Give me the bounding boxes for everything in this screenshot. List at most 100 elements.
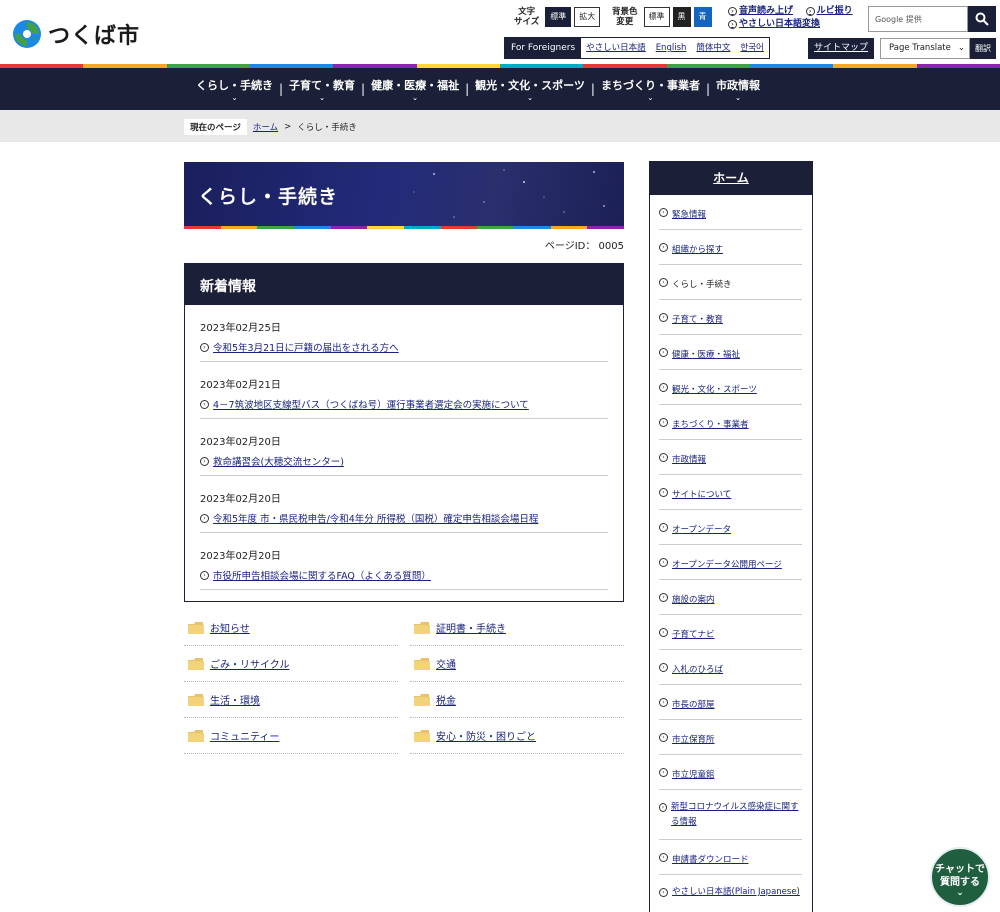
breadcrumb-bar: 現在のページ ホーム > くらし・手続き [0,110,1000,142]
sidebar-item[interactable]: › まちづくり・事業者 [659,405,802,440]
category-item[interactable]: 交通 [410,646,624,682]
chat-button[interactable]: チャットで 質問する ⌄ [930,847,990,907]
category-item[interactable]: ごみ・リサイクル [184,646,398,682]
chevron-down-icon: ⌄ [957,43,965,53]
category-link[interactable]: 交通 [436,656,456,671]
arrow-circle-icon: › [728,20,737,29]
category-item[interactable]: 証明書・手続き [410,610,624,646]
folder-icon [188,657,204,670]
arrow-circle-icon: › [659,278,668,287]
sidebar-item[interactable]: › 市政情報 [659,440,802,475]
news-item: 2023年02月20日 › 市役所申告相談会場に関するFAQ（よくある質問） [200,533,608,590]
sidebar-item[interactable]: › 新型コロナウイルス感染症に関する情報 [659,790,802,840]
sidebar-item[interactable]: › 子育て・教育 [659,300,802,335]
gnav-item-machizukuri[interactable]: まちづくり・事業者 ⌄ [595,77,706,102]
gnav-item-kurashi[interactable]: くらし・手続き ⌄ [190,77,279,102]
news-date: 2023年02月20日 [200,494,281,505]
color-strip-segment [220,226,258,229]
page-id: ページID： 0005 [544,241,624,252]
news-item: 2023年02月20日 › 令和5年度 市・県民税申告/令和4年分 所得税（国税）… [200,476,608,533]
news-link[interactable]: 令和5年度 市・県民税申告/令和4年分 所得税（国税）確定申告相談会場日程 [213,511,538,525]
sidebar-item[interactable]: › 観光・文化・スポーツ [659,370,802,405]
news-date: 2023年02月21日 [200,380,281,391]
lang-chinese-link[interactable]: 簡体中文 [691,38,736,58]
translate-button[interactable]: 翻訳 [970,38,996,59]
sidebar-heading-home-link[interactable]: ホーム [650,162,812,195]
bg-standard-button[interactable]: 標準 [643,7,670,27]
arrow-circle-icon: › [200,570,209,580]
gnav-item-shisei[interactable]: 市政情報 ⌄ [710,77,766,102]
category-link[interactable]: 安心・防災・困りごと [436,728,536,743]
category-item[interactable]: 生活・環境 [184,682,398,718]
bg-color-control: 背景色 変更 標準 黒 青 [612,7,712,27]
sidebar-item[interactable]: › 施設の案内 [659,580,802,615]
arrow-circle-icon: › [200,456,209,466]
arrow-circle-icon: › [659,488,668,497]
color-strip-segment [550,226,588,229]
arrow-circle-icon: › [659,628,668,637]
text-size-large-button[interactable]: 拡大 [574,7,601,27]
news-link[interactable]: 市役所申告相談会場に関するFAQ（よくある質問） [213,568,431,582]
category-link[interactable]: コミュニティー [210,728,279,743]
read-aloud-link[interactable]: › 音声読み上げ [728,5,793,18]
bg-black-button[interactable]: 黒 [672,7,691,27]
category-item[interactable]: コミュニティー [184,718,398,754]
category-link[interactable]: お知らせ [210,620,250,635]
bg-blue-button[interactable]: 青 [693,7,712,27]
arrow-circle-icon: › [659,803,667,812]
sitemap-link[interactable]: サイトマップ [808,38,875,59]
search-input[interactable]: Google 提供 [868,6,968,32]
text-size-standard-button[interactable]: 標準 [545,7,572,27]
lang-korean-link[interactable]: 한국어 [735,38,769,58]
site-name: つくば市 [48,24,141,49]
sidebar-item[interactable]: › 市立保育所 [659,720,802,755]
sidebar-item[interactable]: › やさしい日本語(Plain Japanese) [659,875,802,912]
bg-color-label: 背景色 変更 [612,7,638,27]
sidebar-item[interactable]: › 子育てナビ [659,615,802,650]
sidebar-item[interactable]: › 申請書ダウンロード [659,840,802,875]
sidebar-item[interactable]: › 入札のひろば [659,650,802,685]
category-link[interactable]: 証明書・手続き [436,620,506,635]
category-item[interactable]: 税金 [410,682,624,718]
current-page-tag: 現在のページ [184,119,247,135]
gnav-item-kosodate[interactable]: 子育て・教育 ⌄ [283,77,361,102]
category-item[interactable]: お知らせ [184,610,398,646]
category-link[interactable]: 生活・環境 [210,692,260,707]
easy-japanese-link[interactable]: › やさしい日本語変換 [728,18,820,31]
category-link[interactable]: 税金 [436,692,456,707]
category-link[interactable]: ごみ・リサイクル [210,656,290,671]
news-date: 2023年02月20日 [200,551,281,562]
sidebar-item[interactable]: › サイトについて [659,475,802,510]
sidebar-item[interactable]: › 緊急情報 [659,195,802,230]
lang-easy-japanese-link[interactable]: やさしい日本語 [581,38,651,58]
category-item[interactable]: 安心・防災・困りごと [410,718,624,754]
chevron-down-icon: ⌄ [956,888,964,898]
news-item: 2023年02月21日 › 4－7筑波地区支線型バス（つくばね号）運行事業者選定会… [200,362,608,419]
gnav-item-kanko[interactable]: 観光・文化・スポーツ ⌄ [469,77,591,102]
color-strip-segment [514,226,551,229]
sidebar-item[interactable]: › 組織から探す [659,230,802,265]
news-link[interactable]: 救命講習会(大穂交流センター) [213,454,344,468]
site-logo[interactable]: つくば市 [12,18,140,50]
lang-english-link[interactable]: English [650,38,692,58]
search-icon [975,12,989,26]
breadcrumb-home-link[interactable]: ホーム [253,121,278,133]
arrow-circle-icon: › [659,383,668,392]
page-translate-select[interactable]: Page Translate ⌄ [880,38,970,59]
search-button[interactable] [968,6,996,32]
sidebar-item[interactable]: › 市立児童館 [659,755,802,790]
language-bar: For Foreigners やさしい日本語 English 簡体中文 한국어 [504,37,770,59]
chevron-down-icon: ⌄ [527,93,533,102]
ruby-link[interactable]: › ルビ振り [805,5,853,18]
gnav-item-kenko[interactable]: 健康・医療・福祉 ⌄ [365,77,465,102]
arrow-circle-icon: › [659,733,668,742]
arrow-circle-icon: › [659,853,668,862]
sidebar-item[interactable]: › 市長の部屋 [659,685,802,720]
news-link[interactable]: 令和5年3月21日に戸籍の届出をされる方へ [213,340,399,354]
arrow-circle-icon: › [200,342,209,352]
sidebar-item[interactable]: › オープンデータ公開用ページ [659,545,802,580]
sidebar-item[interactable]: › 健康・医療・福祉 [659,335,802,370]
news-link[interactable]: 4－7筑波地区支線型バス（つくばね号）運行事業者選定会の実施について [213,397,529,411]
breadcrumb-current: くらし・手続き [297,123,357,133]
sidebar-item[interactable]: › オープンデータ [659,510,802,545]
